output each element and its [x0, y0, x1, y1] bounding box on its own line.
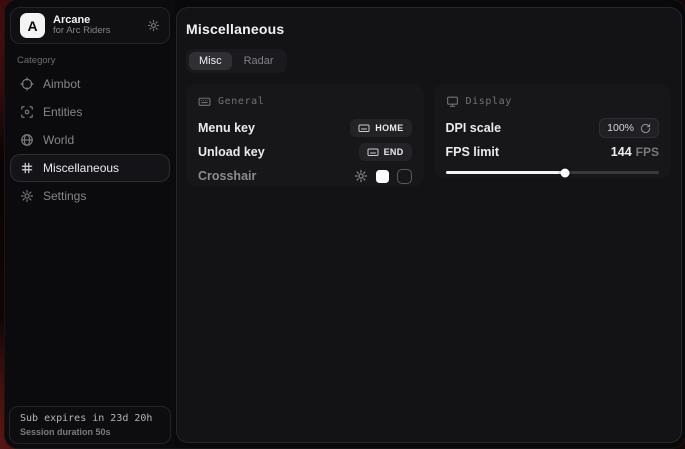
sidebar-item-settings[interactable]: Settings	[10, 182, 170, 210]
tab-misc[interactable]: Misc	[189, 52, 232, 70]
sidebar-nav: Aimbot Entities	[5, 70, 175, 210]
menu-key-label: Menu key	[198, 121, 255, 135]
app-window: A Arcane for Arc Riders Category	[5, 0, 685, 448]
general-card: General Menu key HOME	[186, 84, 424, 187]
crosshair-row: Crosshair	[198, 164, 412, 188]
tab-radar[interactable]: Radar	[234, 52, 284, 70]
card-title: General	[218, 96, 264, 107]
sidebar-item-label: Aimbot	[43, 77, 80, 91]
brand-card: A Arcane for Arc Riders	[10, 7, 170, 44]
dpi-scale-select[interactable]: 100%	[599, 118, 659, 138]
page-title: Miscellaneous	[186, 21, 671, 37]
fps-slider-row	[446, 171, 660, 174]
dpi-scale-row: DPI scale 100%	[446, 116, 660, 140]
general-card-header: General	[198, 94, 412, 109]
game-background: A Arcane for Arc Riders Category	[0, 0, 685, 449]
sidebar-item-world[interactable]: World	[10, 126, 170, 154]
subscription-info: Sub expires in 23d 20h Session duration …	[9, 406, 171, 444]
dpi-scale-label: DPI scale	[446, 121, 502, 135]
menu-key-button[interactable]: HOME	[350, 119, 411, 137]
crosshair-settings-gear-icon[interactable]	[354, 169, 368, 183]
crosshair-controls	[354, 169, 412, 184]
fps-limit-row: FPS limit 144 FPS	[446, 140, 660, 164]
session-duration-text: Session duration 50s	[20, 426, 160, 439]
fps-limit-value: 144 FPS	[611, 145, 659, 159]
sidebar-item-label: World	[43, 133, 74, 147]
app-logo: A	[20, 13, 45, 38]
fps-number: 144	[611, 145, 632, 159]
fps-unit: FPS	[636, 145, 659, 159]
keyboard-icon	[367, 146, 379, 158]
main-panel: Miscellaneous Misc Radar General	[176, 7, 682, 443]
keyboard-icon	[198, 95, 211, 108]
cycle-icon	[640, 123, 651, 134]
sidebar-item-aimbot[interactable]: Aimbot	[10, 70, 170, 98]
fps-slider[interactable]	[446, 171, 660, 174]
display-card-header: Display	[446, 94, 660, 109]
keybind-value: END	[384, 147, 404, 157]
crosshair-label: Crosshair	[198, 169, 256, 183]
fps-slider-fill	[446, 171, 566, 174]
gear-icon	[20, 189, 34, 203]
sub-expiry-text: Sub expires in 23d 20h	[20, 412, 160, 426]
tab-bar: Misc Radar	[186, 49, 287, 73]
keyboard-icon	[358, 122, 370, 134]
monitor-icon	[446, 95, 459, 108]
sidebar-item-entities[interactable]: Entities	[10, 98, 170, 126]
crosshair-checkbox[interactable]	[397, 169, 412, 184]
cards-row: General Menu key HOME	[186, 84, 671, 187]
sidebar: A Arcane for Arc Riders Category	[5, 0, 175, 448]
menu-key-row: Menu key HOME	[198, 116, 412, 140]
crosshair-icon	[20, 77, 34, 91]
sidebar-item-label: Miscellaneous	[43, 161, 119, 175]
scan-eye-icon	[20, 105, 34, 119]
unload-key-button[interactable]: END	[359, 143, 412, 161]
app-subtitle: for Arc Riders	[53, 26, 139, 37]
sidebar-item-label: Settings	[43, 189, 86, 203]
card-title: Display	[466, 96, 512, 107]
globe-icon	[20, 133, 34, 147]
category-label: Category	[17, 55, 56, 66]
unload-key-label: Unload key	[198, 145, 265, 159]
unload-key-row: Unload key END	[198, 140, 412, 164]
sidebar-item-label: Entities	[43, 105, 82, 119]
display-card: Display DPI scale 100%	[434, 84, 672, 179]
dpi-scale-value: 100%	[607, 122, 634, 134]
crosshair-color-swatch[interactable]	[376, 170, 389, 183]
fps-limit-label: FPS limit	[446, 145, 499, 159]
sidebar-item-miscellaneous[interactable]: Miscellaneous	[10, 154, 170, 182]
hash-grid-icon	[20, 161, 34, 175]
fps-slider-thumb[interactable]	[561, 168, 570, 177]
brand-text: Arcane for Arc Riders	[53, 14, 139, 38]
keybind-value: HOME	[375, 123, 403, 133]
gear-icon[interactable]	[147, 19, 160, 32]
